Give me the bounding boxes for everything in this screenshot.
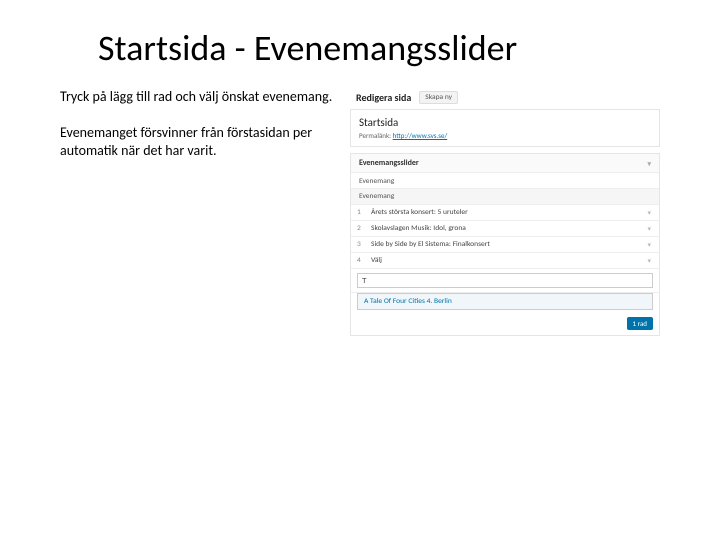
add-row-button[interactable]: 1 rad [627, 317, 653, 330]
chevron-down-icon[interactable]: ▾ [645, 256, 653, 265]
row-number: 1 [357, 208, 371, 217]
evenemangsslider-box: Evenemangsslider ▾ Evenemang Evenemang 1… [350, 153, 660, 336]
editor-header: Redigera sida Skapa ny [350, 88, 660, 107]
columns: Tryck på lägg till rad och välj önskat e… [60, 88, 660, 336]
table-row[interactable]: 4 Välj ▾ [351, 253, 659, 269]
row-number: 2 [357, 224, 371, 233]
dropdown-option[interactable]: A Tale Of Four Cities 4. Berlin [358, 294, 652, 309]
slide: Startsida - Evenemangsslider Tryck på lä… [0, 0, 720, 540]
row-select-label: Välj [371, 256, 645, 265]
collapse-icon[interactable]: ▾ [647, 159, 651, 168]
field-label: Evenemang [351, 173, 659, 188]
row-number: 3 [357, 240, 371, 249]
chevron-down-icon[interactable]: ▾ [645, 208, 653, 217]
row-title: Side by Side by El Sistema: Finalkonsert [371, 240, 645, 249]
search-input[interactable] [357, 273, 653, 288]
instruction-paragraph-2: Evenemanget försvinner från förstasidan … [60, 124, 336, 160]
permalink-url[interactable]: http://www.svs.se/ [393, 131, 448, 140]
box-footer: 1 rad [351, 314, 659, 335]
new-page-button[interactable]: Skapa ny [419, 91, 458, 104]
editor-screenshot: Redigera sida Skapa ny Startsida Permalä… [350, 88, 660, 336]
left-column: Tryck på lägg till rad och välj önskat e… [60, 88, 336, 336]
permalink-row: Permalänk: http://www.svs.se/ [351, 131, 659, 146]
right-column: Redigera sida Skapa ny Startsida Permalä… [350, 88, 660, 336]
row-title: Årets största konsert: 5 uruteler [371, 208, 645, 217]
permalink-label: Permalänk: [359, 131, 391, 140]
search-dropdown: A Tale Of Four Cities 4. Berlin [357, 293, 653, 310]
page-title-field[interactable]: Startsida [351, 110, 659, 131]
instruction-paragraph-1: Tryck på lägg till rad och välj önskat e… [60, 88, 336, 106]
table-row[interactable]: 3 Side by Side by El Sistema: Finalkonse… [351, 237, 659, 253]
box-title-bar[interactable]: Evenemangsslider ▾ [351, 154, 659, 173]
page-title: Startsida - Evenemangsslider [98, 26, 660, 70]
table-row[interactable]: 2 Skolavslagen Musik: Idol, grona ▾ [351, 221, 659, 237]
table-header: Evenemang [351, 188, 659, 205]
table-row[interactable]: 1 Årets största konsert: 5 uruteler ▾ [351, 205, 659, 221]
editor-heading: Redigera sida [356, 91, 411, 104]
search-row [351, 269, 659, 293]
chevron-down-icon[interactable]: ▾ [645, 224, 653, 233]
box-title: Evenemangsslider [359, 158, 419, 168]
chevron-down-icon[interactable]: ▾ [645, 240, 653, 249]
row-number: 4 [357, 256, 371, 265]
title-panel: Startsida Permalänk: http://www.svs.se/ [350, 109, 660, 147]
row-title: Skolavslagen Musik: Idol, grona [371, 224, 645, 233]
